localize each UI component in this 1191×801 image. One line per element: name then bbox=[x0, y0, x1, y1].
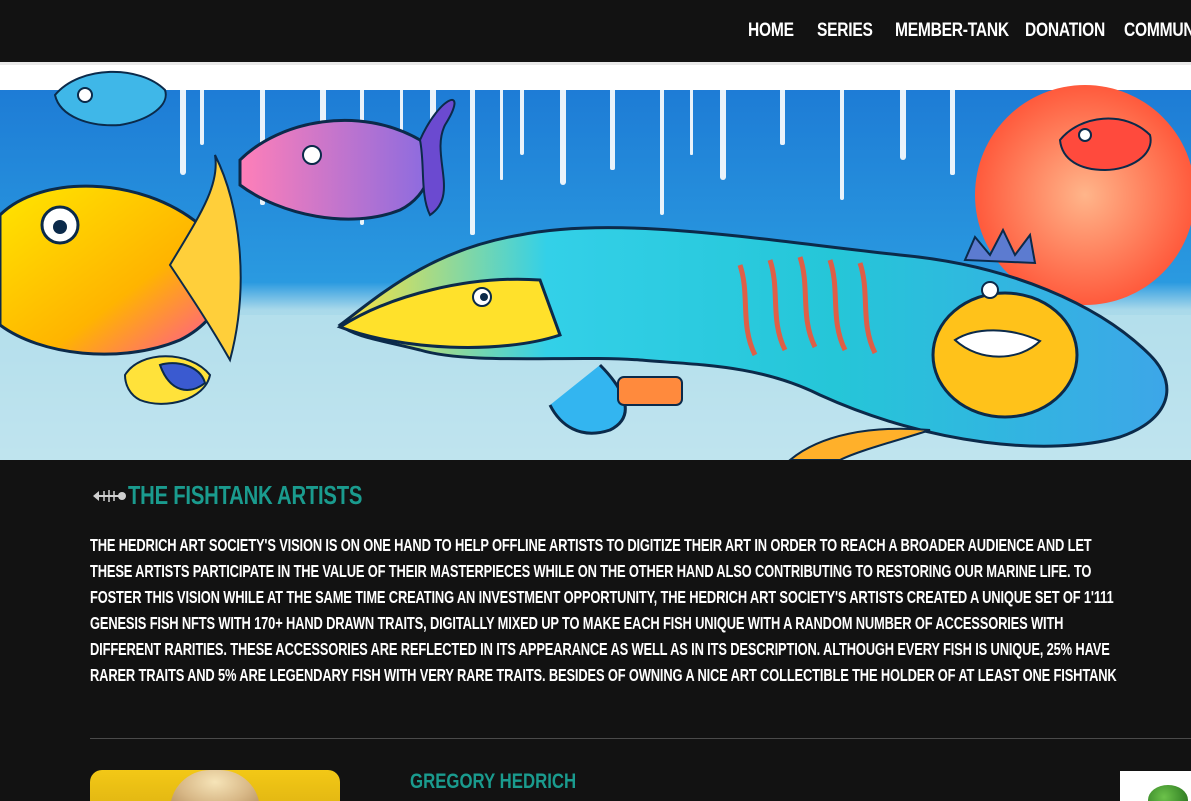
top-navigation-bar: HOME SERIES MEMBER-TANK DONATION COMMUNI… bbox=[0, 0, 1191, 62]
content-divider bbox=[90, 738, 1191, 739]
fish-bone-icon bbox=[90, 484, 128, 508]
nav-donation[interactable]: DONATION bbox=[1025, 20, 1105, 42]
nav-series[interactable]: SERIES bbox=[817, 20, 873, 42]
globe-artwork bbox=[1148, 785, 1188, 801]
nav-member-tank[interactable]: MEMBER-TANK bbox=[895, 20, 1009, 42]
nav-item-community-wrap: COMMUNITY bbox=[1124, 20, 1191, 42]
artist-portrait bbox=[170, 770, 260, 801]
nav-item-donation-wrap: DONATION bbox=[1025, 20, 1124, 42]
artist-name: GREGORY HEDRICH bbox=[410, 770, 577, 793]
nav-community[interactable]: COMMUNITY bbox=[1124, 20, 1191, 42]
artwork-thumbnail bbox=[1120, 771, 1191, 801]
section-title: THE FISHTANK ARTISTS bbox=[128, 480, 363, 510]
nav-home[interactable]: HOME bbox=[748, 20, 794, 42]
nav-item-series-wrap: SERIES bbox=[817, 20, 895, 42]
main-nav: HOME SERIES MEMBER-TANK DONATION COMMUNI… bbox=[748, 0, 1191, 62]
hero-banner bbox=[0, 65, 1191, 460]
artist-photo bbox=[90, 770, 340, 801]
nav-item-member-tank-wrap: MEMBER-TANK bbox=[895, 20, 1025, 42]
fish-artwork-illustration bbox=[0, 65, 1191, 460]
nav-item-home-wrap: HOME bbox=[748, 20, 817, 42]
section-heading: THE FISHTANK ARTISTS bbox=[90, 480, 428, 511]
section-description: THE HEDRICH ART SOCIETY'S VISION IS ON O… bbox=[90, 535, 1117, 685]
description-clip: THE HEDRICH ART SOCIETY'S VISION IS ON O… bbox=[0, 530, 1191, 690]
